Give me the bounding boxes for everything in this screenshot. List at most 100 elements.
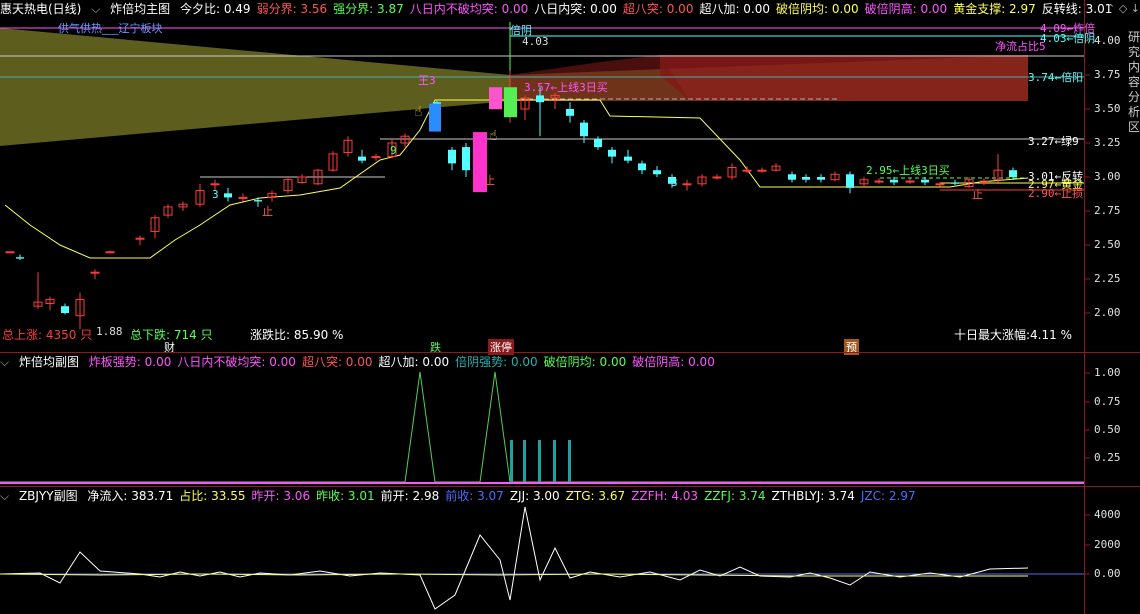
candle-body-57 <box>874 180 884 183</box>
sub2-item-4: 前开: 2.98 <box>380 489 440 503</box>
cloud-red-part <box>660 55 1028 101</box>
special-bar-pink <box>489 87 502 110</box>
label-low: 1.88 <box>96 325 123 338</box>
sub1-tick-2: 0.50 <box>1094 423 1121 436</box>
label-buy2: 2.95←上线3日买 <box>866 164 950 177</box>
special-bar-blue <box>429 103 441 132</box>
candle-body-36 <box>566 109 574 116</box>
candle-body-34 <box>536 95 544 103</box>
candle-body-66 <box>1009 170 1017 177</box>
sub2-tick-0: 4000 <box>1094 508 1121 521</box>
sub2-item-7: ZTG: 3.67 <box>565 489 626 503</box>
candle-body-37 <box>580 122 588 137</box>
sub2-indicator-name[interactable]: ZBJYY副图 <box>19 489 78 503</box>
hand-cursor-icon: ☝ <box>414 104 423 120</box>
candle-body-1 <box>16 257 24 259</box>
sub1-bar-4 <box>568 440 571 482</box>
candle-body-4 <box>61 306 69 313</box>
sub1-item-2: 超八突: 0.00 <box>301 355 373 369</box>
sub1-tick-1: 0.75 <box>1094 395 1121 408</box>
sub1-tick-3: 0.25 <box>1094 451 1121 464</box>
candle-body-41 <box>638 163 646 171</box>
sub1-indicator-values: 炸板强势: 0.00 八日内不破均突: 0.00 超八突: 0.00 超八加: 0.0… <box>89 355 721 369</box>
stat-ratio: 涨跌比: 85.90 % <box>250 328 344 342</box>
label-peak: 4.03 <box>522 35 549 48</box>
label-jingliu: 净流占比5 <box>995 40 1046 53</box>
label-zhi3: 止 <box>972 188 983 201</box>
candle-body-52 <box>802 177 810 180</box>
label-zhi2: 止 <box>484 174 495 187</box>
sub2-item-3: 昨收: 3.01 <box>316 489 375 503</box>
price-tick-3: 3.25 <box>1094 136 1121 149</box>
price-tick-2: 3.50 <box>1094 102 1121 115</box>
candle-body-24 <box>371 156 381 159</box>
sub1-header: ⌵ 炸倍均副图 炸板强势: 0.00 八日内不破均突: 0.00 超八突: 0.00… <box>0 353 727 371</box>
sub2-item-10: ZTHBLYJ: 3.74 <box>771 489 855 503</box>
sub1-bar-1 <box>523 440 526 482</box>
candle-body-48 <box>742 169 752 172</box>
collapse-icon[interactable]: ⌵ <box>0 489 9 503</box>
sub2-header: ⌵ ZBJYY副图 净流入: 383.71 占比: 33.55 昨开: 3.06 昨收… <box>0 487 928 505</box>
sub2-item-11: JZC: 2.97 <box>860 489 916 503</box>
sub2-item-6: ZJJ: 3.00 <box>509 489 560 503</box>
sub1-item-1: 八日内不破均突: 0.00 <box>177 355 296 369</box>
price-tick-6: 2.50 <box>1094 238 1121 251</box>
candle-body-53 <box>817 177 825 180</box>
sub1-item-4: 倍阴强势: 0.00 <box>455 355 538 369</box>
sub1-item-0: 炸板强势: 0.00 <box>88 355 172 369</box>
sub1-item-3: 超八加: 0.00 <box>378 355 450 369</box>
candle-body-46 <box>712 176 722 179</box>
price-tick-1: 3.75 <box>1094 68 1121 81</box>
sub1-bar-3 <box>553 440 556 482</box>
sub2-indicator-values: 净流入: 383.71 占比: 33.55 昨开: 3.06 昨收: 3.01 前开: … <box>87 489 921 503</box>
candle-body-40 <box>624 156 632 161</box>
sub1-indicator-name[interactable]: 炸倍均副图 <box>19 355 79 369</box>
candle-body-39 <box>608 149 616 157</box>
label-buy1: 3.57←上线3日买 <box>524 81 608 94</box>
price-tick-5: 2.75 <box>1094 204 1121 217</box>
label-n9: 9 <box>390 144 397 157</box>
candle-body-13 <box>210 183 220 186</box>
sub2-tick-2: 0.00 <box>1094 567 1121 580</box>
sub1-signal-line <box>0 371 1084 483</box>
candle-body-62 <box>951 182 959 184</box>
candle-body-60 <box>921 179 929 183</box>
stat-total-up: 总上涨: 4350 只 <box>2 328 93 342</box>
label-n3b: 3 <box>671 176 678 189</box>
price-tick-0: 4.00 <box>1094 34 1121 47</box>
candle-body-29 <box>462 147 470 171</box>
sub2-item-9: ZZFJ: 3.74 <box>704 489 766 503</box>
label-zhi1: 止 <box>262 205 273 218</box>
sub2-item-8: ZZFH: 4.03 <box>631 489 699 503</box>
sub1-tick-0: 1.00 <box>1094 366 1121 379</box>
sub1-item-5: 破倍阴均: 0.00 <box>543 355 627 369</box>
collapse-icon[interactable]: ⌵ <box>0 355 9 369</box>
candle-body-42 <box>653 170 661 175</box>
hand-cursor-icon-2: ☝ <box>489 128 498 144</box>
candle-body-38 <box>594 138 602 148</box>
label-403: 4.03←倍阴 <box>1040 32 1096 45</box>
candle-body-15 <box>238 196 248 199</box>
price-tick-4: 3.00 <box>1094 170 1121 183</box>
label-n3a: 3 <box>212 188 219 201</box>
sub2-item-5: 前收: 3.07 <box>445 489 504 503</box>
price-tick-7: 2.25 <box>1094 272 1121 285</box>
candle-body-59 <box>905 180 915 183</box>
candle-body-44 <box>682 183 692 186</box>
candle-body-28 <box>448 149 456 164</box>
candle-body-49 <box>757 169 767 172</box>
sub2-item-2: 昨开: 3.06 <box>251 489 311 503</box>
stat-max10: 十日最大涨幅:4.11 % <box>954 328 1072 342</box>
candle-body-23 <box>358 156 366 161</box>
sub2-flow-line <box>0 506 1029 610</box>
candle-body-8 <box>135 237 145 240</box>
candle-body-0 <box>5 251 15 254</box>
sub1-bar-0 <box>510 440 513 482</box>
sub1-bar-2 <box>538 440 541 482</box>
special-bar-green <box>504 87 517 118</box>
sub2-tick-1: 2000 <box>1094 538 1121 551</box>
sub1-item-6: 破倍阴高: 0.00 <box>632 355 715 369</box>
candle-body-55 <box>846 174 854 188</box>
candle-body-16 <box>254 200 262 202</box>
label-327: 3.27←绿9 <box>1028 135 1079 148</box>
